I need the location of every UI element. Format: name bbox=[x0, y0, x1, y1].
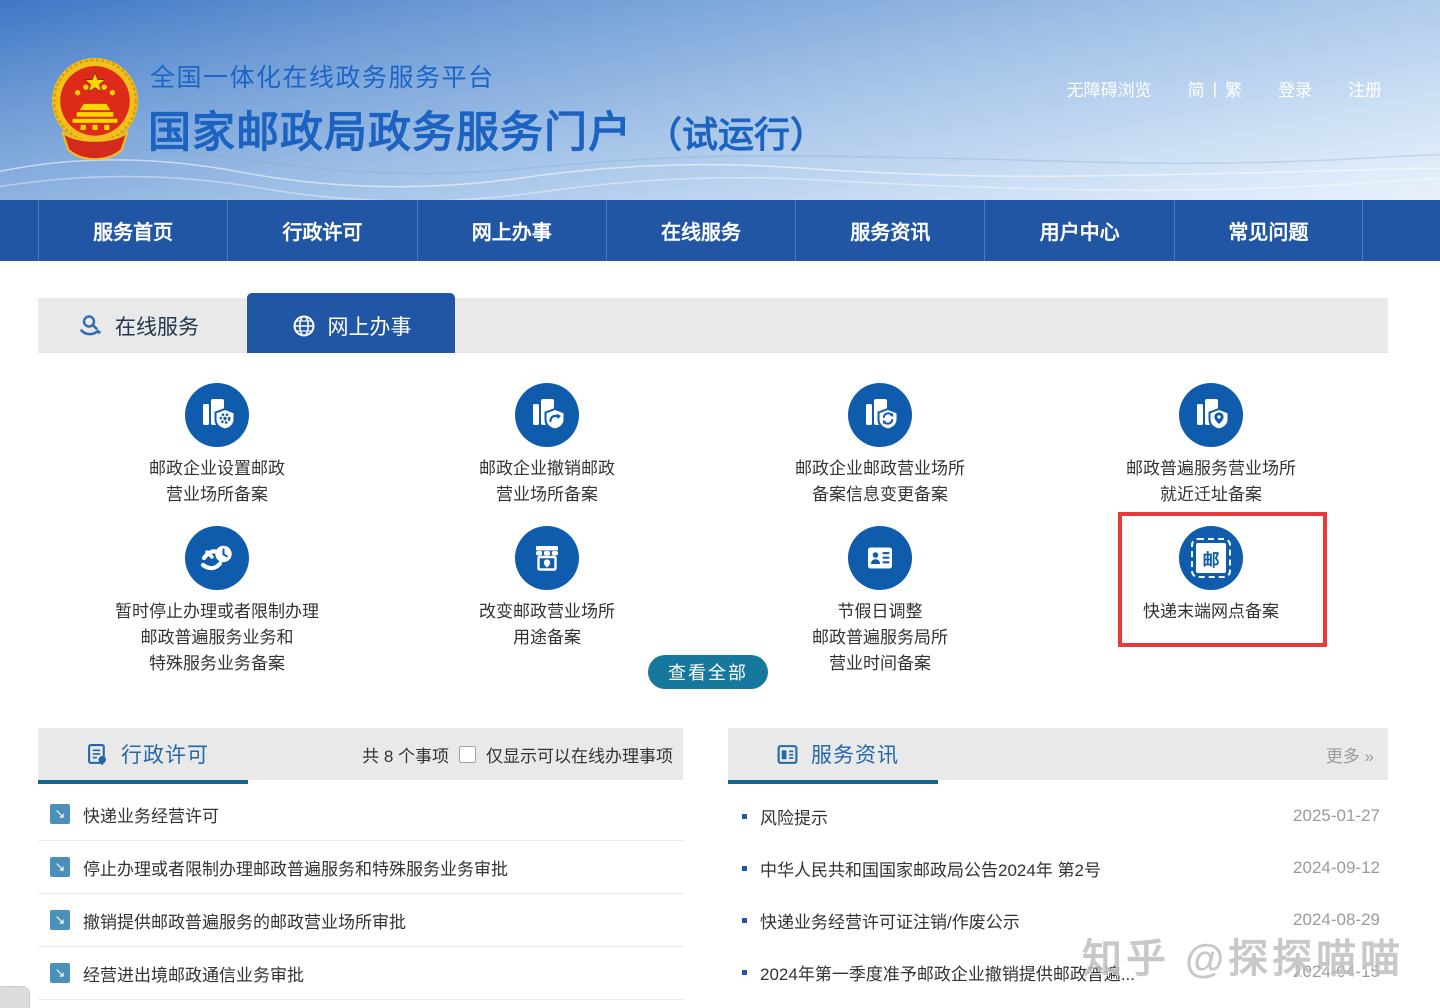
bullet-icon bbox=[742, 866, 747, 871]
arrow-down-right-icon: ↘ bbox=[50, 963, 70, 983]
tab-online-service[interactable]: 在线服务 bbox=[78, 298, 199, 353]
arrow-down-right-icon: ↘ bbox=[50, 910, 70, 930]
service-news-list: 风险提示 2025-01-27 中华人民共和国国家邮政局公告2024年 第2号 … bbox=[728, 790, 1388, 998]
corner-floating-widget[interactable] bbox=[0, 986, 30, 1008]
service-holiday-hours-adjust[interactable]: 节假日调整 邮政普遍服务局所 营业时间备案 bbox=[735, 526, 1025, 677]
nav-item-home[interactable]: 服务首页 bbox=[38, 200, 227, 261]
bullet-icon bbox=[742, 918, 747, 923]
tab-online-service-label: 在线服务 bbox=[115, 311, 199, 341]
globe-icon bbox=[291, 313, 317, 339]
nav-item-user-center[interactable]: 用户中心 bbox=[984, 200, 1173, 261]
main-content: 在线服务 网上办事 bbox=[38, 298, 1388, 1008]
service-setup-postal-premises[interactable]: 邮政企业设置邮政 营业场所备案 bbox=[72, 383, 362, 508]
service-relocate-premises[interactable]: 邮政普遍服务营业场所 就近迁址备案 bbox=[1066, 383, 1356, 508]
news-list-item[interactable]: 2024年第一季度准予邮政企业撤销提供邮政普遍... 2024-04-15 bbox=[728, 946, 1388, 998]
news-list-item[interactable]: 快递业务经营许可证注销/作废公示 2024-08-29 bbox=[728, 894, 1388, 946]
section-underline bbox=[728, 780, 938, 784]
id-card-icon bbox=[848, 526, 912, 590]
service-news-title: 服务资讯 bbox=[811, 739, 899, 769]
accessibility-link[interactable]: 无障碍浏览 bbox=[1067, 76, 1152, 101]
portal-title: 国家邮政局政务服务门户 bbox=[148, 98, 632, 160]
service-tabbar: 在线服务 网上办事 bbox=[38, 298, 1388, 353]
platform-title: 全国一体化在线政务服务平台 bbox=[150, 58, 495, 94]
service-revoke-postal-premises[interactable]: 邮政企业撤销邮政 营业场所备案 bbox=[402, 383, 692, 508]
login-link[interactable]: 登录 bbox=[1278, 76, 1312, 101]
language-switch[interactable]: 简 | 繁 bbox=[1188, 76, 1242, 101]
online-only-checkbox[interactable] bbox=[459, 746, 476, 763]
nav-item-admin-license[interactable]: 行政许可 bbox=[227, 200, 416, 261]
online-only-checkbox-label[interactable]: 仅显示可以在线办理事项 bbox=[486, 742, 673, 767]
admin-license-section: 行政许可 共 8 个事项 仅显示可以在线办理事项 ↘ 快递业务经营许可 ↘ 停止… bbox=[38, 728, 683, 1000]
document-seal-icon bbox=[86, 743, 109, 766]
register-link[interactable]: 注册 bbox=[1348, 76, 1382, 101]
admin-items-count: 共 8 个事项 bbox=[362, 742, 449, 767]
nav-item-online-handling[interactable]: 网上办事 bbox=[417, 200, 606, 261]
admin-list-item[interactable]: ↘ 撤销提供邮政普遍服务的邮政营业场所审批 bbox=[38, 894, 683, 947]
admin-list-item[interactable]: ↘ 快递业务经营许可 bbox=[38, 788, 683, 841]
simplified-chinese-link[interactable]: 简 bbox=[1188, 76, 1205, 101]
language-divider: | bbox=[1213, 79, 1217, 99]
portal-status-label: （试运行） bbox=[646, 106, 826, 158]
buildings-shield-pin-icon bbox=[1179, 383, 1243, 447]
service-news-section: 服务资讯 更多 » 风险提示 2025-01-27 中华人民共和国国家邮政局公告… bbox=[728, 728, 1388, 1000]
traditional-chinese-link[interactable]: 繁 bbox=[1225, 76, 1242, 101]
national-emblem-logo bbox=[50, 52, 140, 162]
buildings-shield-sync-icon bbox=[848, 383, 912, 447]
section-underline bbox=[38, 780, 248, 784]
admin-license-title: 行政许可 bbox=[121, 739, 209, 769]
arrow-down-right-icon: ↘ bbox=[50, 804, 70, 824]
news-list-item[interactable]: 中华人民共和国国家邮政局公告2024年 第2号 2024-09-12 bbox=[728, 842, 1388, 894]
nav-item-faq[interactable]: 常见问题 bbox=[1174, 200, 1363, 261]
service-change-filing-info[interactable]: 邮政企业邮政营业场所 备案信息变更备案 bbox=[735, 383, 1025, 508]
buildings-shield-gear-icon bbox=[185, 383, 249, 447]
admin-license-header: 行政许可 共 8 个事项 仅显示可以在线办理事项 bbox=[38, 728, 683, 780]
tab-online-handling[interactable]: 网上办事 bbox=[247, 293, 455, 358]
news-list-item[interactable]: 风险提示 2025-01-27 bbox=[728, 790, 1388, 842]
service-suspend-limit-services[interactable]: 暂时停止办理或者限制办理 邮政普遍服务业务和 特殊服务业务备案 bbox=[72, 526, 362, 677]
arrow-down-right-icon: ↘ bbox=[50, 857, 70, 877]
services-grid: 邮政企业设置邮政 营业场所备案 邮政企业撤销邮政 营业场所备案 bbox=[38, 353, 1388, 700]
postal-stamp-icon: 邮 bbox=[1179, 526, 1243, 590]
admin-list-item[interactable]: ↘ 停止办理或者限制办理邮政普遍服务和特殊服务业务审批 bbox=[38, 841, 683, 894]
service-change-premises-use[interactable]: 改变邮政营业场所 用途备案 bbox=[402, 526, 692, 651]
admin-license-list: ↘ 快递业务经营许可 ↘ 停止办理或者限制办理邮政普遍服务和特殊服务业务审批 ↘… bbox=[38, 788, 683, 1000]
service-express-terminal-filing[interactable]: 邮 快递末端网点备案 bbox=[1066, 526, 1356, 625]
service-news-header: 服务资讯 更多 » bbox=[728, 728, 1388, 780]
header-links: 无障碍浏览 简 | 繁 登录 注册 bbox=[1067, 76, 1382, 101]
more-link[interactable]: 更多 » bbox=[1326, 742, 1388, 767]
storefront-pin-icon bbox=[515, 526, 579, 590]
page-header: 全国一体化在线政务服务平台 国家邮政局政务服务门户 （试运行） 无障碍浏览 简 … bbox=[0, 0, 1440, 200]
view-all-button[interactable]: 查看全部 bbox=[648, 655, 768, 689]
nav-item-service-news[interactable]: 服务资讯 bbox=[795, 200, 984, 261]
admin-list-item[interactable]: ↘ 经营进出境邮政通信业务审批 bbox=[38, 947, 683, 1000]
buildings-shield-undo-icon bbox=[515, 383, 579, 447]
newspaper-icon bbox=[776, 743, 799, 766]
main-navigation: 服务首页 行政许可 网上办事 在线服务 服务资讯 用户中心 常见问题 bbox=[0, 200, 1440, 261]
nav-item-online-service[interactable]: 在线服务 bbox=[606, 200, 795, 261]
hand-clock-icon bbox=[185, 526, 249, 590]
hand-magnifier-icon bbox=[78, 313, 104, 339]
tab-online-handling-label: 网上办事 bbox=[328, 311, 412, 341]
bullet-icon bbox=[742, 814, 747, 819]
bullet-icon bbox=[742, 970, 747, 975]
